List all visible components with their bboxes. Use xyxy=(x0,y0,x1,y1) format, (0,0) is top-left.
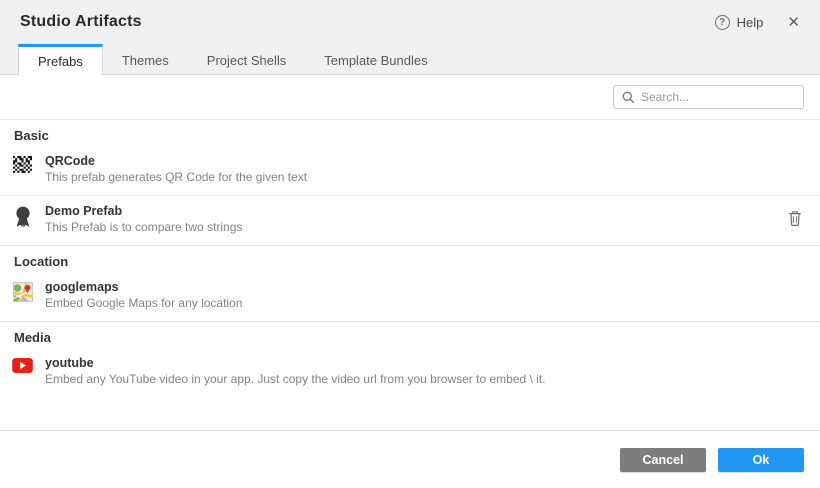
help-icon: ? xyxy=(715,15,730,30)
prefab-item-demo-prefab[interactable]: Demo Prefab This Prefab is to compare tw… xyxy=(0,195,820,245)
tab-template-bundles[interactable]: Template Bundles xyxy=(305,44,446,74)
badge-icon xyxy=(12,206,33,228)
delete-button[interactable] xyxy=(786,206,804,233)
google-maps-icon xyxy=(12,282,33,302)
section-title: Basic xyxy=(0,120,820,146)
tab-themes[interactable]: Themes xyxy=(103,44,188,74)
item-name: Demo Prefab xyxy=(45,203,242,219)
tab-bar: Prefabs Themes Project Shells Template B… xyxy=(0,44,820,75)
section-basic: Basic QRCode This prefab generates QR Co… xyxy=(0,119,820,245)
section-location: Location googlem xyxy=(0,245,820,321)
search-icon xyxy=(622,91,635,104)
cancel-button[interactable]: Cancel xyxy=(620,448,706,472)
item-description: This prefab generates QR Code for the gi… xyxy=(45,170,307,185)
tab-project-shells[interactable]: Project Shells xyxy=(188,44,305,74)
item-description: Embed Google Maps for any location xyxy=(45,296,242,311)
help-label: Help xyxy=(737,15,764,30)
item-name: QRCode xyxy=(45,153,307,169)
help-button[interactable]: ? Help xyxy=(715,15,764,30)
section-title: Media xyxy=(0,322,820,348)
search-box[interactable] xyxy=(613,85,804,109)
item-description: This Prefab is to compare two strings xyxy=(45,220,242,235)
dialog-footer: Cancel Ok xyxy=(0,430,820,488)
prefab-item-qrcode[interactable]: QRCode This prefab generates QR Code for… xyxy=(0,146,820,195)
trash-icon xyxy=(788,210,802,226)
prefab-item-googlemaps[interactable]: googlemaps Embed Google Maps for any loc… xyxy=(0,272,820,321)
item-text: youtube Embed any YouTube video in your … xyxy=(45,355,546,387)
section-title: Location xyxy=(0,246,820,272)
item-text: googlemaps Embed Google Maps for any loc… xyxy=(45,279,242,311)
item-text: QRCode This prefab generates QR Code for… xyxy=(45,153,307,185)
item-text: Demo Prefab This Prefab is to compare tw… xyxy=(45,203,242,235)
dialog-header: Studio Artifacts ? Help ✕ xyxy=(0,0,820,44)
item-name: googlemaps xyxy=(45,279,242,295)
search-input[interactable] xyxy=(641,90,795,104)
prefab-item-youtube[interactable]: youtube Embed any YouTube video in your … xyxy=(0,348,820,397)
toolbar xyxy=(0,75,820,119)
tab-prefabs[interactable]: Prefabs xyxy=(18,44,103,75)
section-media: Media youtube Embed any YouTube video in… xyxy=(0,321,820,397)
qr-code-icon xyxy=(12,156,33,173)
item-description: Embed any YouTube video in your app. Jus… xyxy=(45,372,546,387)
item-name: youtube xyxy=(45,355,546,371)
close-icon[interactable]: ✕ xyxy=(783,11,804,33)
studio-artifacts-dialog: Studio Artifacts ? Help ✕ Prefabs Themes… xyxy=(0,0,820,488)
youtube-icon xyxy=(12,358,33,373)
header-actions: ? Help ✕ xyxy=(715,11,804,33)
ok-button[interactable]: Ok xyxy=(718,448,804,472)
page-title: Studio Artifacts xyxy=(20,13,142,31)
prefab-list: Basic QRCode This prefab generates QR Co… xyxy=(0,119,820,430)
